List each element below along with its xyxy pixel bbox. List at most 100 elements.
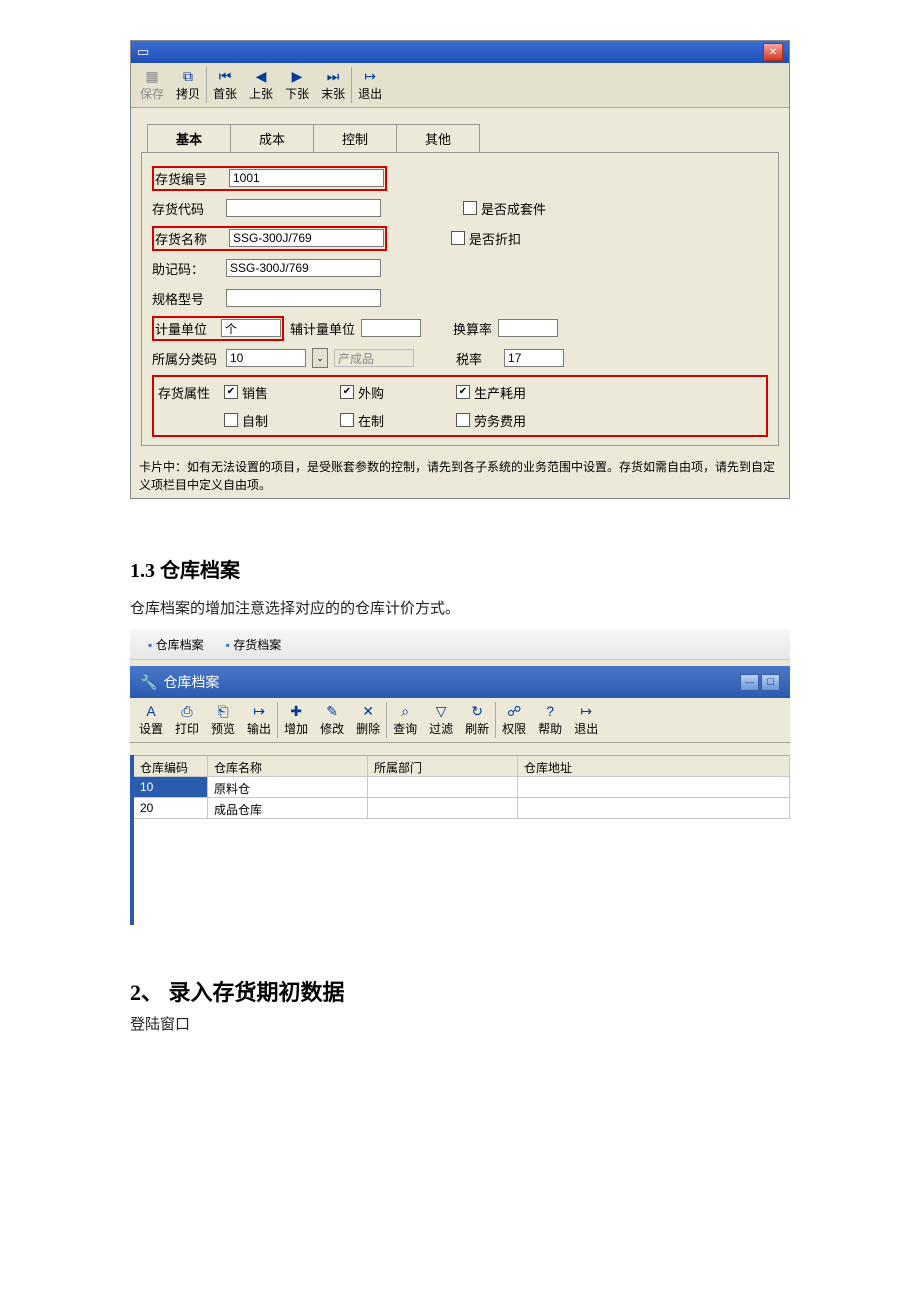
toolbar-icon: ✕ — [362, 703, 374, 720]
toolbar-刷新[interactable]: ↻刷新 — [459, 700, 495, 740]
label-mnemonic: 助记码： — [152, 259, 220, 278]
toolbar-icon: ↦ — [253, 703, 265, 720]
checkbox-sale[interactable]: ✔销售 — [224, 383, 334, 402]
checkbox-prod[interactable]: ✔生产耗用 — [456, 383, 526, 402]
titlebar-2: 🔧 仓库档案 — ☐ — [130, 666, 790, 698]
col-header[interactable]: 所属部门 — [368, 756, 518, 776]
toolbar-退出[interactable]: ↦退出 — [568, 700, 604, 740]
input-code[interactable]: 1001 — [229, 169, 384, 187]
wrench-icon: 🔧 — [140, 674, 157, 691]
heading-1-3: 1.3 仓库档案 — [130, 554, 790, 583]
input-name[interactable]: SSG-300J/769 — [229, 229, 384, 247]
warehouse-window: 仓库档案 存货档案 🔧 仓库档案 — ☐ A设置⎙打印⎗预览↦输出✚增加✎修改✕删… — [130, 630, 790, 925]
toolbar-退出[interactable]: ↦退出 — [352, 65, 388, 105]
toolbar-查询[interactable]: ⌕查询 — [387, 700, 423, 740]
toolbar-下张[interactable]: ▶下张 — [279, 65, 315, 105]
minimize-icon[interactable]: — — [740, 674, 759, 691]
input-class[interactable]: 10 — [226, 349, 306, 367]
input-aux-unit[interactable] — [361, 319, 421, 337]
tab-成本[interactable]: 成本 — [230, 124, 314, 152]
crumb[interactable]: 仓库档案 — [148, 636, 204, 653]
toolbar-icon: ↻ — [471, 703, 483, 720]
label-aux-unit: 辅计量单位 — [290, 319, 355, 338]
toolbar-权限[interactable]: ☍权限 — [496, 700, 532, 740]
toolbar-icon: ✎ — [326, 703, 338, 720]
input-mnemonic[interactable]: SSG-300J/769 — [226, 259, 381, 277]
label-rate: 换算率 — [453, 319, 492, 338]
toolbar-icon: ▽ — [436, 703, 447, 720]
titlebar: ▭ ✕ — [131, 41, 789, 63]
crumb[interactable]: 存货档案 — [226, 636, 282, 653]
toolbar-2: A设置⎙打印⎗预览↦输出✚增加✎修改✕删除⌕查询▽过滤↻刷新☍权限?帮助↦退出 — [130, 698, 790, 743]
toolbar-icon: ⏭ — [327, 68, 340, 85]
checkbox-discount[interactable]: 是否折扣 — [451, 229, 521, 248]
toolbar-增加[interactable]: ✚增加 — [278, 700, 314, 740]
col-header[interactable]: 仓库地址 — [518, 756, 790, 776]
checkbox-buy[interactable]: ✔外购 — [340, 383, 450, 402]
toolbar-过滤[interactable]: ▽过滤 — [423, 700, 459, 740]
toolbar-上张[interactable]: ◀上张 — [243, 65, 279, 105]
toolbar-末张[interactable]: ⏭末张 — [315, 65, 351, 105]
label-spec: 规格型号 — [152, 289, 220, 308]
paragraph-2: 登陆窗口 — [130, 1013, 790, 1034]
input-tax[interactable]: 17 — [504, 349, 564, 367]
toolbar-icon: ✚ — [290, 703, 302, 720]
label-tax: 税率 — [456, 349, 482, 368]
toolbar-icon: ⎙ — [181, 703, 192, 720]
window-controls: — ☐ — [740, 674, 780, 691]
toolbar-打印[interactable]: ⎙打印 — [169, 700, 205, 740]
toolbar-icon: ◀ — [256, 68, 267, 85]
close-icon[interactable]: ✕ — [763, 43, 783, 61]
readonly-class-name: 产成品 — [334, 349, 414, 367]
heading-2: 2、 录入存货期初数据 — [130, 975, 790, 1007]
checkbox-kit: 是否成套件 — [463, 199, 546, 218]
tab-body-basic: 存货编号 1001 存货代码 是否成套件 存货名称 SSG-300J/769 是… — [141, 152, 779, 446]
input-spec[interactable] — [226, 289, 381, 307]
checkbox-wip[interactable]: 在制 — [340, 411, 450, 430]
toolbar-预览[interactable]: ⎗预览 — [205, 700, 241, 740]
toolbar-icon: A — [146, 703, 155, 720]
toolbar-icon: ⧉ — [183, 68, 193, 85]
checkbox-labor[interactable]: 劳务费用 — [456, 411, 526, 430]
title-2: 仓库档案 — [163, 672, 740, 692]
toolbar-帮助[interactable]: ?帮助 — [532, 700, 568, 740]
toolbar-设置[interactable]: A设置 — [133, 700, 169, 740]
toolbar-删除[interactable]: ✕删除 — [350, 700, 386, 740]
attributes-group: 存货属性 ✔销售 ✔外购 ✔生产耗用 自制 在制 劳务费用 — [152, 375, 768, 437]
tab-strip: 基本成本控制其他 — [131, 118, 789, 152]
input-unit[interactable]: 个 — [221, 319, 281, 337]
toolbar-保存: ▦保存 — [134, 65, 170, 105]
input-rate[interactable] — [498, 319, 558, 337]
warehouse-grid: 仓库编码仓库名称所属部门仓库地址 10原料仓20成品仓库 — [134, 755, 790, 819]
label-name: 存货名称 — [155, 229, 223, 248]
checkbox-self[interactable]: 自制 — [224, 411, 334, 430]
toolbar: ▦保存⧉拷贝⏮首张◀上张▶下张⏭末张↦退出 — [131, 63, 789, 108]
col-header[interactable]: 仓库编码 — [134, 756, 208, 776]
app-icon: ▭ — [137, 44, 149, 60]
toolbar-修改[interactable]: ✎修改 — [314, 700, 350, 740]
toolbar-输出[interactable]: ↦输出 — [241, 700, 277, 740]
maximize-icon[interactable]: ☐ — [761, 674, 780, 691]
table-row[interactable]: 20成品仓库 — [134, 798, 790, 819]
toolbar-拷贝[interactable]: ⧉拷贝 — [170, 65, 206, 105]
breadcrumb: 仓库档案 存货档案 — [130, 630, 790, 660]
label-code2: 存货代码 — [152, 199, 220, 218]
toolbar-首张[interactable]: ⏮首张 — [207, 65, 243, 105]
toolbar-icon: ⎗ — [217, 703, 228, 720]
toolbar-icon: ? — [546, 703, 554, 720]
paragraph: 仓库档案的增加注意选择对应的的仓库计价方式。 — [130, 597, 790, 618]
label-class: 所属分类码 — [152, 349, 220, 368]
tab-基本[interactable]: 基本 — [147, 124, 231, 152]
input-code2[interactable] — [226, 199, 381, 217]
toolbar-icon: ▦ — [145, 68, 158, 85]
table-row[interactable]: 10原料仓 — [134, 777, 790, 798]
tab-其他[interactable]: 其他 — [396, 124, 480, 152]
toolbar-icon: ⏮ — [219, 68, 232, 85]
toolbar-icon: ↦ — [580, 703, 592, 720]
tab-控制[interactable]: 控制 — [313, 124, 397, 152]
label-unit: 计量单位 — [155, 319, 215, 338]
lookup-icon[interactable]: ⌄ — [312, 348, 328, 368]
label-code: 存货编号 — [155, 169, 223, 188]
checkbox-icon — [451, 231, 465, 245]
col-header[interactable]: 仓库名称 — [208, 756, 368, 776]
